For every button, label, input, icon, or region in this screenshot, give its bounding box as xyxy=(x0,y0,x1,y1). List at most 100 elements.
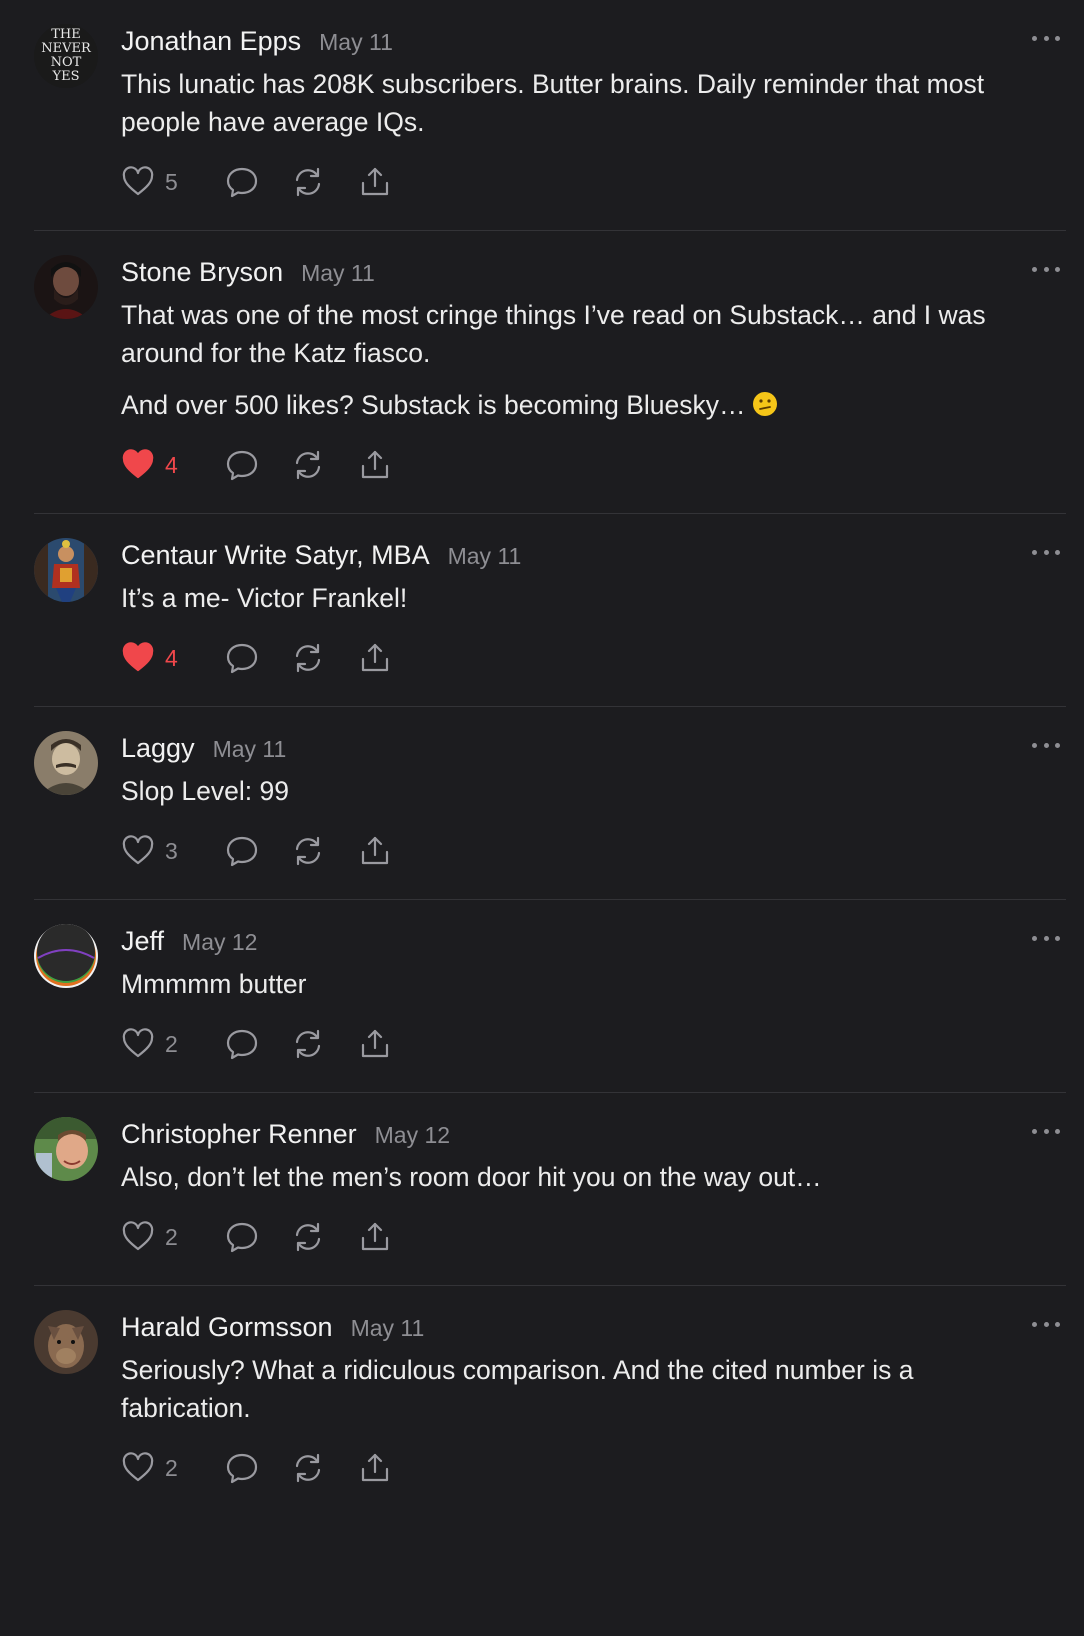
reply-button[interactable] xyxy=(225,1027,291,1061)
share-icon xyxy=(361,450,389,479)
author-name[interactable]: Laggy xyxy=(121,733,195,764)
share-button[interactable] xyxy=(358,834,398,868)
like-count: 3 xyxy=(165,837,178,864)
comment-text-with-emoji: And over 500 likes? Substack is becoming… xyxy=(121,386,1026,424)
avatar[interactable] xyxy=(34,924,98,988)
reply-button[interactable] xyxy=(225,834,291,868)
restack-button[interactable] xyxy=(291,165,358,199)
comment-date[interactable]: May 11 xyxy=(351,1315,425,1342)
comment-text: Also, don’t let the men’s room door hit … xyxy=(121,1162,822,1192)
comment-body: This lunatic has 208K subscribers. Butte… xyxy=(121,65,1026,141)
reply-button[interactable] xyxy=(225,641,291,675)
more-dots-icon[interactable] xyxy=(1032,28,1060,48)
reply-button[interactable] xyxy=(225,165,291,199)
author-name[interactable]: Christopher Renner xyxy=(121,1119,357,1150)
avatar[interactable] xyxy=(34,255,98,319)
restack-button[interactable] xyxy=(291,834,358,868)
more-dots-icon[interactable] xyxy=(1032,1314,1060,1334)
comment-text: Slop Level: 99 xyxy=(121,776,289,806)
share-icon xyxy=(361,643,389,672)
avatar-logo-text: THE xyxy=(51,27,81,42)
share-icon xyxy=(361,1029,389,1058)
more-dots-icon[interactable] xyxy=(1032,928,1060,948)
restack-icon xyxy=(295,1453,321,1483)
share-button[interactable] xyxy=(358,1220,398,1254)
heart-icon xyxy=(122,835,154,865)
avatar[interactable] xyxy=(34,1117,98,1181)
restack-button[interactable] xyxy=(291,1451,358,1485)
restack-button[interactable] xyxy=(291,641,358,675)
restack-icon xyxy=(295,836,321,866)
comment-date[interactable]: May 11 xyxy=(448,543,522,570)
like-count: 2 xyxy=(165,1030,178,1057)
like-count: 2 xyxy=(165,1454,178,1481)
author-name[interactable]: Harald Gormsson xyxy=(121,1312,333,1343)
comment-actions: 2 xyxy=(121,1012,1026,1076)
author-name[interactable]: Jonathan Epps xyxy=(121,26,301,57)
like-count: 4 xyxy=(165,644,178,671)
restack-icon xyxy=(295,167,321,197)
more-dots-icon[interactable] xyxy=(1032,735,1060,755)
author-name[interactable]: Stone Bryson xyxy=(121,257,283,288)
reply-button[interactable] xyxy=(225,1451,291,1485)
comment: Christopher Renner May 12 Also, don’t le… xyxy=(34,1093,1066,1286)
comment-body: Slop Level: 99 xyxy=(121,772,1026,810)
comment-actions: 5 xyxy=(121,150,1026,214)
comment-bubble-icon xyxy=(226,1453,258,1484)
comment-date[interactable]: May 12 xyxy=(375,1122,450,1149)
comment-bubble-icon xyxy=(226,836,258,867)
comment: THE NEVER NOT YES Jonathan Epps May 11 T… xyxy=(34,0,1066,231)
reply-button[interactable] xyxy=(225,1220,291,1254)
like-button[interactable]: 4 xyxy=(121,448,225,482)
share-button[interactable] xyxy=(358,165,398,199)
comment-date[interactable]: May 12 xyxy=(182,929,257,956)
heart-filled-icon xyxy=(122,642,154,672)
share-button[interactable] xyxy=(358,1451,398,1485)
restack-icon xyxy=(295,643,321,673)
like-count: 2 xyxy=(165,1223,178,1250)
heart-icon xyxy=(122,1221,154,1251)
share-button[interactable] xyxy=(358,448,398,482)
comment-date[interactable]: May 11 xyxy=(319,29,393,56)
restack-icon xyxy=(295,1029,321,1059)
avatar[interactable] xyxy=(34,1310,98,1374)
restack-button[interactable] xyxy=(291,448,358,482)
like-button[interactable]: 3 xyxy=(121,834,225,868)
avatar[interactable] xyxy=(34,731,98,795)
like-button[interactable]: 2 xyxy=(121,1451,225,1485)
more-dots-icon[interactable] xyxy=(1032,1121,1060,1141)
like-button[interactable]: 2 xyxy=(121,1027,225,1061)
comment: Harald Gormsson May 11 Seriously? What a… xyxy=(34,1286,1066,1500)
comment-date[interactable]: May 11 xyxy=(213,736,287,763)
comment-date[interactable]: May 11 xyxy=(301,260,375,287)
comment-body: That was one of the most cringe things I… xyxy=(121,296,1026,424)
comment-feed: THE NEVER NOT YES Jonathan Epps May 11 T… xyxy=(0,0,1084,1500)
restack-button[interactable] xyxy=(291,1220,358,1254)
comment-bubble-icon xyxy=(226,1029,258,1060)
reply-button[interactable] xyxy=(225,448,291,482)
comment: Laggy May 11 Slop Level: 99 3 xyxy=(34,707,1066,900)
author-name[interactable]: Centaur Write Satyr, MBA xyxy=(121,540,430,571)
comment-actions: 2 xyxy=(121,1436,1026,1500)
comment-bubble-icon xyxy=(226,1222,258,1253)
like-button[interactable]: 5 xyxy=(121,165,225,199)
more-dots-icon[interactable] xyxy=(1032,542,1060,562)
svg-text:NOT: NOT xyxy=(51,55,82,70)
share-button[interactable] xyxy=(358,1027,398,1061)
restack-button[interactable] xyxy=(291,1027,358,1061)
heart-icon xyxy=(122,1452,154,1482)
avatar[interactable]: THE NEVER NOT YES xyxy=(34,24,98,88)
comment-body: It’s a me- Victor Frankel! xyxy=(121,579,1026,617)
comment-text: Seriously? What a ridiculous comparison.… xyxy=(121,1355,914,1423)
like-count: 5 xyxy=(165,168,178,195)
comment-bubble-icon xyxy=(226,450,258,481)
share-button[interactable] xyxy=(358,641,398,675)
comment-text: It’s a me- Victor Frankel! xyxy=(121,583,408,613)
author-name[interactable]: Jeff xyxy=(121,926,164,957)
comment: Jeff May 12 Mmmmm butter 2 xyxy=(34,900,1066,1093)
comment-text: Mmmmm butter xyxy=(121,969,307,999)
like-button[interactable]: 2 xyxy=(121,1220,225,1254)
like-button[interactable]: 4 xyxy=(121,641,225,675)
avatar[interactable] xyxy=(34,538,98,602)
more-dots-icon[interactable] xyxy=(1032,259,1060,279)
